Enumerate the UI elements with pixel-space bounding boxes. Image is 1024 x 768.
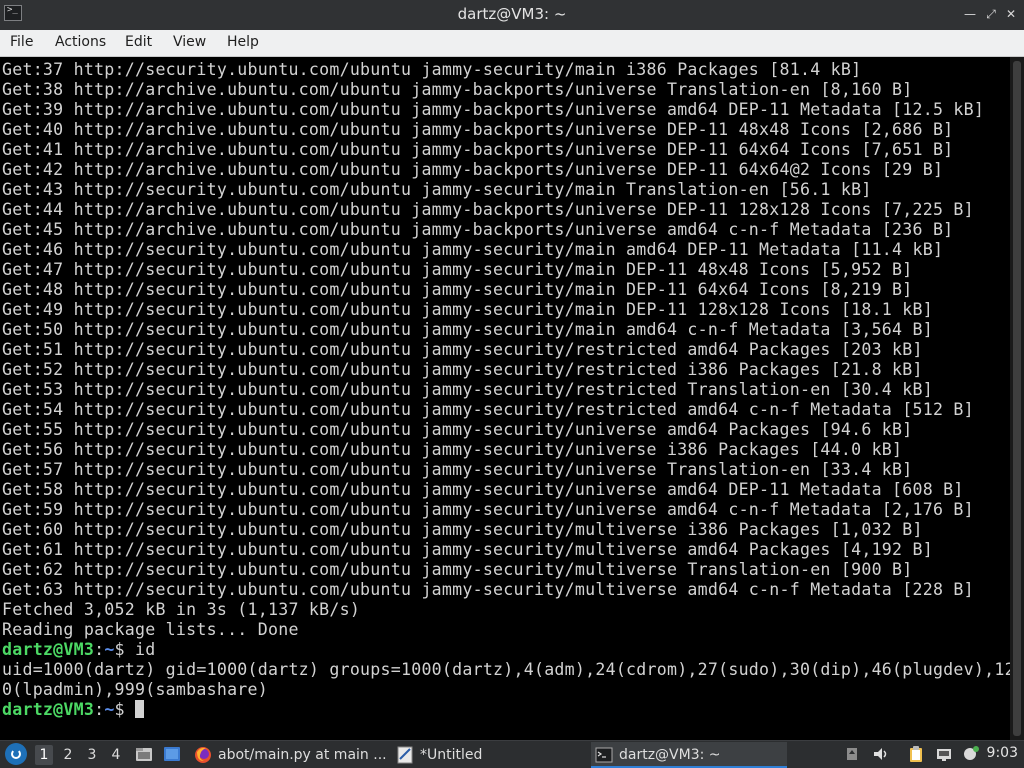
menu-bar: File Actions Edit View Help: [0, 30, 1024, 57]
terminal-line: Get:62 http://security.ubuntu.com/ubuntu…: [2, 560, 913, 579]
terminal-line: Get:42 http://archive.ubuntu.com/ubuntu …: [2, 160, 944, 179]
terminal-scrollbar[interactable]: [1010, 57, 1024, 740]
window-title: dartz@VM3: ~: [457, 5, 567, 23]
terminal-line: Get:63 http://security.ubuntu.com/ubuntu…: [2, 580, 974, 599]
terminal-log: Get:37 http://security.ubuntu.com/ubuntu…: [2, 60, 984, 639]
terminal-line: Get:50 http://security.ubuntu.com/ubuntu…: [2, 320, 933, 339]
command-output-line: 0(lpadmin),999(sambashare): [2, 680, 268, 699]
task-text-editor[interactable]: *Untitled: [392, 742, 588, 768]
terminal-line: Get:55 http://security.ubuntu.com/ubuntu…: [2, 420, 913, 439]
text-cursor[interactable]: [135, 700, 145, 718]
restore-icon[interactable]: ⤢: [983, 6, 999, 22]
clock[interactable]: 9:03: [987, 745, 1018, 761]
terminal-line: Get:58 http://security.ubuntu.com/ubuntu…: [2, 480, 964, 499]
clipboard-icon[interactable]: [907, 745, 925, 763]
terminal-line: Get:52 http://security.ubuntu.com/ubuntu…: [2, 360, 923, 379]
volume-icon[interactable]: [872, 745, 890, 763]
update-notifier-icon[interactable]: [962, 745, 980, 763]
terminal-output-area[interactable]: Get:37 http://security.ubuntu.com/ubuntu…: [0, 57, 1010, 740]
terminal-line: Fetched 3,052 kB in 3s (1,137 kB/s): [2, 600, 361, 619]
menu-edit[interactable]: Edit: [125, 34, 152, 50]
file-manager-icon[interactable]: [135, 745, 153, 763]
terminal-line: Get:54 http://security.ubuntu.com/ubuntu…: [2, 400, 974, 419]
show-desktop-icon[interactable]: [163, 745, 181, 763]
scrollbar-thumb[interactable]: [1013, 61, 1021, 736]
command-text: id: [135, 640, 156, 659]
terminal-icon: [595, 747, 613, 763]
menu-view[interactable]: View: [173, 34, 206, 50]
network-icon[interactable]: [935, 745, 953, 763]
command-output: uid=1000(dartz) gid=1000(dartz) groups=1…: [2, 660, 1010, 699]
prompt-separator-current: :: [94, 700, 105, 719]
terminal-line: Get:56 http://security.ubuntu.com/ubuntu…: [2, 440, 903, 459]
prompt-dollar: $: [114, 640, 136, 659]
workspace-1[interactable]: 1: [35, 745, 53, 765]
close-icon[interactable]: ✕: [1003, 6, 1019, 22]
terminal-line: Get:38 http://archive.ubuntu.com/ubuntu …: [2, 80, 913, 99]
terminal-line: Get:51 http://security.ubuntu.com/ubuntu…: [2, 340, 923, 359]
menu-help[interactable]: Help: [227, 34, 259, 50]
terminal-line: Get:41 http://archive.ubuntu.com/ubuntu …: [2, 140, 954, 159]
terminal-line: Get:40 http://archive.ubuntu.com/ubuntu …: [2, 120, 954, 139]
terminal-line: Get:59 http://security.ubuntu.com/ubuntu…: [2, 500, 974, 519]
workspace-4[interactable]: 4: [107, 745, 125, 765]
workspace-2[interactable]: 2: [59, 745, 77, 765]
menu-file[interactable]: File: [10, 34, 33, 50]
terminal-line: Get:46 http://security.ubuntu.com/ubuntu…: [2, 240, 944, 259]
menu-actions[interactable]: Actions: [55, 34, 106, 50]
firefox-icon: [195, 747, 211, 763]
terminal-line: Get:61 http://security.ubuntu.com/ubuntu…: [2, 540, 933, 559]
prompt-path-current: ~: [104, 700, 115, 719]
prompt-user-current: dartz@VM3: [2, 700, 95, 719]
terminal-line: Reading package lists... Done: [2, 620, 299, 639]
task-firefox[interactable]: abot/main.py at main ...: [190, 742, 388, 768]
app-menu-icon[interactable]: [5, 743, 27, 765]
terminal-line: Get:39 http://archive.ubuntu.com/ubuntu …: [2, 100, 985, 119]
notification-icon[interactable]: [843, 745, 861, 763]
window-titlebar[interactable]: >_ dartz@VM3: ~ — ⤢ ✕: [0, 0, 1024, 30]
prompt-dollar-current: $: [114, 700, 136, 719]
task-terminal[interactable]: dartz@VM3: ~: [591, 742, 787, 768]
terminal-line: Get:53 http://security.ubuntu.com/ubuntu…: [2, 380, 933, 399]
terminal-line: Get:60 http://security.ubuntu.com/ubuntu…: [2, 520, 923, 539]
prompt-separator: :: [94, 640, 105, 659]
terminal-line: Get:57 http://security.ubuntu.com/ubuntu…: [2, 460, 913, 479]
workspace-3[interactable]: 3: [83, 745, 101, 765]
terminal-line: Get:49 http://security.ubuntu.com/ubuntu…: [2, 300, 933, 319]
terminal-line: Get:44 http://archive.ubuntu.com/ubuntu …: [2, 200, 974, 219]
command-output-line: uid=1000(dartz) gid=1000(dartz) groups=1…: [2, 660, 1010, 679]
prompt-user: dartz@VM3: [2, 640, 95, 659]
minimize-icon[interactable]: —: [962, 6, 978, 22]
terminal-line: Get:43 http://security.ubuntu.com/ubuntu…: [2, 180, 872, 199]
terminal-line: Get:47 http://security.ubuntu.com/ubuntu…: [2, 260, 913, 279]
terminal-line: Get:48 http://security.ubuntu.com/ubuntu…: [2, 280, 913, 299]
terminal-line: Get:45 http://archive.ubuntu.com/ubuntu …: [2, 220, 954, 239]
prompt-path: ~: [104, 640, 115, 659]
taskbar: 1 2 3 4 abot/main.py at main ... *Untitl…: [0, 740, 1024, 768]
terminal-line: Get:37 http://security.ubuntu.com/ubuntu…: [2, 60, 862, 79]
text-editor-icon: [397, 746, 413, 764]
